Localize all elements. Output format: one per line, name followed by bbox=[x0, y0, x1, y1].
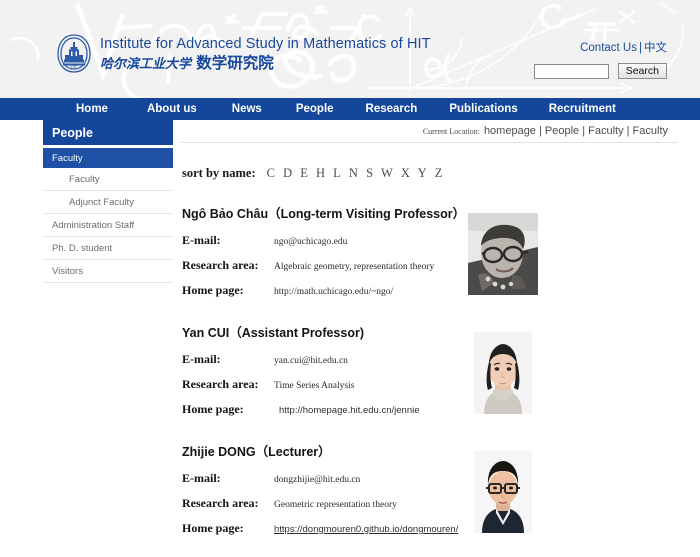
faculty-entry: Ngô Bảo Châu（Long-term Visiting Professo… bbox=[178, 203, 678, 307]
email-label: E-mail: bbox=[182, 233, 274, 248]
site-search: Search bbox=[534, 63, 667, 79]
site-title-cn: 哈尔滨工业大学 数学研究院 bbox=[100, 55, 431, 72]
sort-letter-l[interactable]: L bbox=[333, 166, 341, 180]
search-button[interactable]: Search bbox=[618, 63, 667, 79]
research-area-label: Research area: bbox=[182, 258, 274, 273]
utility-separator: | bbox=[639, 42, 642, 54]
email-label: E-mail: bbox=[182, 471, 274, 486]
faculty-entry: Yan CUI（Assistant Professor) E-mail: yan… bbox=[178, 322, 678, 426]
svg-text:HIT: HIT bbox=[71, 65, 78, 69]
breadcrumb-divider bbox=[180, 142, 678, 143]
faculty-email-row: E-mail: yan.cui@hit.edu.cn bbox=[182, 352, 678, 367]
faculty-research-row: Research area: Algebraic geometry, repre… bbox=[182, 258, 678, 273]
faculty-name: Ngô Bảo Châu（Long-term Visiting Professo… bbox=[182, 203, 678, 222]
email-value: yan.cui@hit.edu.cn bbox=[274, 356, 348, 366]
email-value: dongzhijie@hit.edu.cn bbox=[274, 475, 360, 485]
faculty-email-row: E-mail: dongzhijie@hit.edu.cn bbox=[182, 471, 678, 486]
main-navigation: Home About us News People Research Publi… bbox=[0, 98, 700, 120]
site-logo[interactable]: HIT Institute for Advanced Study in Math… bbox=[54, 33, 431, 75]
site-header: HIT Institute for Advanced Study in Math… bbox=[0, 0, 700, 98]
sort-letter-y[interactable]: Y bbox=[418, 166, 427, 180]
research-area-label: Research area: bbox=[182, 377, 274, 392]
portrait-zhijie-dong-image bbox=[468, 451, 538, 533]
home-page-value[interactable]: http://homepage.hit.edu.cn/jennie bbox=[274, 405, 420, 416]
email-label: E-mail: bbox=[182, 352, 274, 367]
faculty-entry: Zhijie DONG（Lecturer） E-mail: dongzhijie… bbox=[178, 441, 678, 545]
sidebar-item-administration-staff[interactable]: Administration Staff bbox=[43, 214, 173, 237]
main-content: Current Location: homepage | People | Fa… bbox=[178, 120, 678, 545]
sort-by-name-label: sort by name: bbox=[182, 166, 256, 181]
faculty-photo bbox=[468, 213, 538, 295]
nav-item-recruitment[interactable]: Recruitment bbox=[549, 103, 616, 115]
sidebar: People Faculty Faculty Adjunct Faculty A… bbox=[43, 120, 173, 283]
sort-letter-c[interactable]: C bbox=[267, 166, 275, 180]
faculty-homepage-row: Home page: http://homepage.hit.edu.cn/je… bbox=[182, 402, 678, 417]
search-input[interactable] bbox=[534, 64, 609, 79]
sort-letter-e[interactable]: E bbox=[300, 166, 308, 180]
nav-item-people[interactable]: People bbox=[296, 103, 334, 115]
contact-us-link[interactable]: Contact Us bbox=[580, 42, 637, 54]
nav-item-publications[interactable]: Publications bbox=[449, 103, 517, 115]
sort-letter-x[interactable]: X bbox=[401, 166, 410, 180]
home-page-label: Home page: bbox=[182, 402, 274, 417]
language-switch-link[interactable]: 中文 bbox=[644, 42, 667, 54]
site-title-cn-university: 哈尔滨工业大学 bbox=[100, 57, 191, 72]
sort-letter-w[interactable]: W bbox=[381, 166, 393, 180]
sort-letter-s[interactable]: S bbox=[366, 166, 373, 180]
utility-links: Contact Us|中文 bbox=[580, 39, 667, 55]
email-value: ngo@uchicago.edu bbox=[274, 237, 347, 247]
sort-letter-d[interactable]: D bbox=[283, 166, 292, 180]
faculty-list: Ngô Bảo Châu（Long-term Visiting Professo… bbox=[178, 203, 678, 545]
research-area-value: Algebraic geometry, representation theor… bbox=[274, 262, 434, 272]
breadcrumb-label: Current Location: bbox=[423, 127, 480, 136]
sidebar-item-faculty[interactable]: Faculty bbox=[43, 168, 173, 191]
nav-item-home[interactable]: Home bbox=[76, 103, 108, 115]
home-page-label: Home page: bbox=[182, 283, 274, 298]
faculty-name: Zhijie DONG（Lecturer） bbox=[182, 441, 678, 460]
sidebar-item-visitors[interactable]: Visitors bbox=[43, 260, 173, 283]
home-page-label: Home page: bbox=[182, 521, 274, 536]
portrait-ngo-bao-chau-image bbox=[468, 213, 538, 295]
faculty-homepage-row: Home page: http://math.uchicago.edu/~ngo… bbox=[182, 283, 678, 298]
sidebar-item-adjunct-faculty[interactable]: Adjunct Faculty bbox=[43, 191, 173, 214]
sort-letter-n[interactable]: N bbox=[349, 166, 358, 180]
research-area-label: Research area: bbox=[182, 496, 274, 511]
nav-item-about-us[interactable]: About us bbox=[147, 103, 197, 115]
faculty-photo bbox=[468, 332, 538, 414]
site-title-cn-institute: 数学研究院 bbox=[196, 54, 274, 72]
hit-crest-icon: HIT bbox=[54, 33, 94, 75]
breadcrumb: Current Location: homepage | People | Fa… bbox=[178, 120, 678, 142]
page-body: People Faculty Faculty Adjunct Faculty A… bbox=[0, 120, 700, 557]
research-area-value: Geometric representation theory bbox=[274, 500, 397, 510]
sort-by-name-bar: sort by name: C D E H L N S W X Y Z bbox=[178, 166, 678, 181]
breadcrumb-path[interactable]: homepage | People | Faculty | Faculty bbox=[484, 125, 668, 137]
sidebar-item-faculty-active[interactable]: Faculty bbox=[43, 148, 173, 168]
faculty-research-row: Research area: Time Series Analysis bbox=[182, 377, 678, 392]
sort-by-name-letters: C D E H L N S W X Y Z bbox=[267, 166, 448, 181]
nav-item-news[interactable]: News bbox=[232, 103, 262, 115]
faculty-name: Yan CUI（Assistant Professor) bbox=[182, 322, 678, 341]
home-page-link[interactable]: https://dongmouren0.github.io/dongmouren… bbox=[274, 524, 458, 535]
sidebar-title: People bbox=[43, 120, 173, 145]
faculty-homepage-row: Home page: https://dongmouren0.github.io… bbox=[182, 521, 678, 536]
home-page-value[interactable]: http://math.uchicago.edu/~ngo/ bbox=[274, 287, 393, 297]
site-title-en: Institute for Advanced Study in Mathemat… bbox=[100, 37, 431, 52]
faculty-photo bbox=[468, 451, 538, 533]
faculty-email-row: E-mail: ngo@uchicago.edu bbox=[182, 233, 678, 248]
faculty-research-row: Research area: Geometric representation … bbox=[182, 496, 678, 511]
nav-item-research[interactable]: Research bbox=[366, 103, 418, 115]
sidebar-item-phd-student[interactable]: Ph. D. student bbox=[43, 237, 173, 260]
sort-letter-z[interactable]: Z bbox=[435, 166, 443, 180]
research-area-value: Time Series Analysis bbox=[274, 381, 354, 391]
portrait-yan-cui-image bbox=[468, 332, 538, 414]
sort-letter-h[interactable]: H bbox=[316, 166, 325, 180]
